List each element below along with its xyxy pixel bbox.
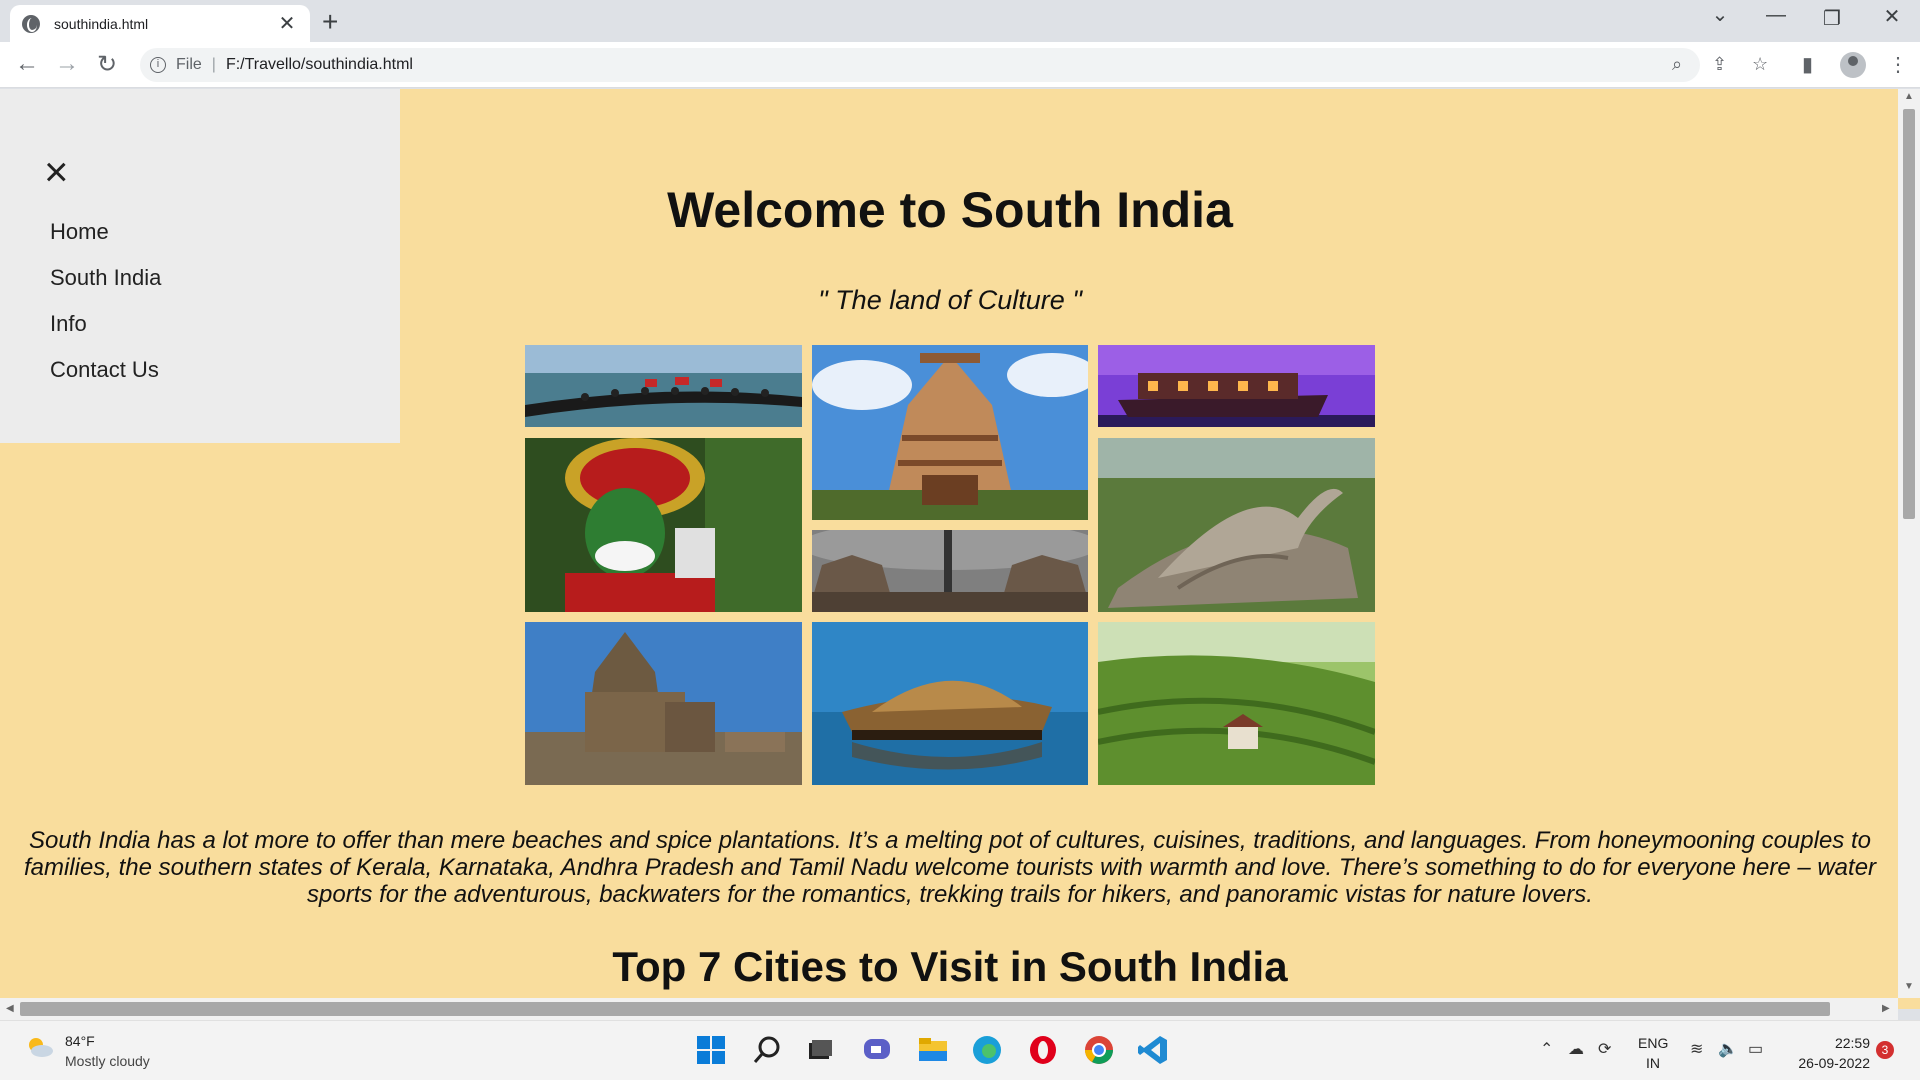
volume-icon[interactable]: 🔈 bbox=[1718, 1039, 1738, 1059]
tab-close-icon[interactable]: ✕ bbox=[276, 11, 298, 36]
language-code: ENG bbox=[1638, 1035, 1669, 1051]
star-icon[interactable]: ☆ bbox=[1752, 54, 1768, 75]
chrome-icon[interactable] bbox=[1082, 1033, 1116, 1067]
weather-description[interactable]: Mostly cloudy bbox=[65, 1053, 150, 1069]
vertical-scrollbar[interactable]: ▲ ▼ bbox=[1898, 89, 1920, 998]
edge-icon[interactable] bbox=[970, 1033, 1004, 1067]
close-window-icon[interactable]: ✕ bbox=[1872, 4, 1912, 29]
partly-cloudy-icon bbox=[29, 1038, 53, 1057]
sync-icon[interactable]: ⟳ bbox=[1598, 1039, 1611, 1059]
scroll-down-icon[interactable]: ▼ bbox=[1904, 981, 1914, 992]
clock-date: 26-09-2022 bbox=[1798, 1055, 1870, 1071]
nav-link-home[interactable]: Home bbox=[50, 219, 109, 245]
side-navigation: × Home South India Info Contact Us bbox=[0, 89, 400, 443]
reload-icon[interactable]: ↻ bbox=[92, 50, 122, 79]
browser-tab[interactable]: southindia.html ✕ bbox=[10, 5, 310, 42]
wifi-icon[interactable]: ≋ bbox=[1690, 1039, 1703, 1059]
globe-icon bbox=[22, 14, 40, 33]
tab-strip: southindia.html ✕ + ⌄ — ❐ ✕ bbox=[0, 0, 1920, 42]
weather-temperature[interactable]: 84°F bbox=[65, 1033, 95, 1049]
scroll-left-icon[interactable]: ◀ bbox=[6, 1003, 14, 1014]
horizontal-scroll-thumb[interactable] bbox=[20, 1002, 1830, 1016]
vertical-scroll-thumb[interactable] bbox=[1903, 109, 1915, 519]
horizontal-scrollbar[interactable]: ◀ ▶ bbox=[0, 998, 1898, 1020]
page-title: Welcome to South India bbox=[667, 182, 1233, 238]
clock-time: 22:59 bbox=[1834, 1035, 1870, 1051]
info-icon[interactable]: i bbox=[150, 57, 166, 73]
browser-toolbar: ← → ↻ i File | F:/Travello/southindia.ht… bbox=[0, 42, 1920, 88]
page-viewport: Welcome to South India " The land of Cul… bbox=[0, 89, 1920, 1009]
profile-icon[interactable] bbox=[1840, 52, 1866, 78]
nav-link-contact-us[interactable]: Contact Us bbox=[50, 357, 159, 383]
restore-icon[interactable]: ❐ bbox=[1812, 6, 1852, 31]
gallery-photo-bird-sculpture bbox=[1098, 438, 1375, 612]
tray-expand-icon[interactable]: ⌃ bbox=[1540, 1039, 1553, 1059]
gallery-photo-houseboat-backwaters bbox=[812, 622, 1088, 785]
url-text[interactable]: F:/Travello/southindia.html bbox=[226, 56, 413, 74]
back-icon[interactable]: ← bbox=[12, 50, 42, 78]
notification-badge[interactable]: 3 bbox=[1876, 1041, 1894, 1059]
intro-paragraph: South India has a lot more to offer than… bbox=[23, 827, 1877, 908]
url-separator: | bbox=[211, 56, 216, 73]
minimize-icon[interactable]: — bbox=[1756, 4, 1796, 27]
search-icon[interactable] bbox=[750, 1033, 784, 1067]
share-icon[interactable]: ⇪ bbox=[1712, 54, 1727, 75]
photo-gallery bbox=[525, 345, 1375, 785]
windows-taskbar: 84°F Mostly cloudy ⌃ ☁ ⟳ ENG IN ≋ 🔈 ▭ 22… bbox=[0, 1020, 1920, 1080]
url-scheme: File bbox=[176, 56, 202, 73]
new-tab-button[interactable]: + bbox=[322, 6, 338, 38]
forward-icon[interactable]: → bbox=[52, 50, 82, 78]
gallery-photo-temple-ruins bbox=[812, 530, 1088, 612]
nav-link-south-india[interactable]: South India bbox=[50, 265, 161, 291]
file-explorer-icon[interactable] bbox=[916, 1033, 950, 1067]
region-code: IN bbox=[1646, 1055, 1660, 1071]
system-clock[interactable]: 22:59 26-09-2022 bbox=[1780, 1033, 1870, 1073]
onedrive-icon[interactable]: ☁ bbox=[1568, 1039, 1584, 1059]
address-bar[interactable]: i File | F:/Travello/southindia.html bbox=[140, 48, 1700, 82]
language-indicator[interactable]: ENG IN bbox=[1638, 1033, 1668, 1073]
close-icon[interactable]: × bbox=[44, 151, 69, 193]
nav-link-info[interactable]: Info bbox=[50, 311, 87, 337]
zoom-icon[interactable]: ⌕ bbox=[1672, 54, 1682, 75]
gallery-photo-temple-gopuram bbox=[812, 345, 1088, 520]
gallery-photo-houseboat-dusk bbox=[1098, 345, 1375, 427]
scroll-right-icon[interactable]: ▶ bbox=[1882, 1003, 1890, 1014]
task-view-icon[interactable] bbox=[802, 1033, 836, 1067]
gallery-photo-tea-plantation bbox=[1098, 622, 1375, 785]
menu-icon[interactable]: ⋮ bbox=[1888, 52, 1908, 77]
gallery-photo-kathakali-dancer bbox=[525, 438, 802, 612]
tab-search-icon[interactable]: ⌄ bbox=[1700, 2, 1740, 27]
vscode-icon[interactable] bbox=[1136, 1033, 1170, 1067]
opera-icon[interactable] bbox=[1026, 1033, 1060, 1067]
battery-icon[interactable]: ▭ bbox=[1748, 1039, 1763, 1059]
windows-start-icon[interactable] bbox=[694, 1033, 728, 1067]
side-panel-icon[interactable]: ▮ bbox=[1802, 52, 1813, 77]
gallery-photo-snake-boat-race bbox=[525, 345, 802, 427]
tab-title: southindia.html bbox=[54, 15, 149, 32]
section-heading: Top 7 Cities to Visit in South India bbox=[612, 943, 1288, 990]
chat-icon[interactable] bbox=[860, 1033, 894, 1067]
gallery-photo-shore-temple bbox=[525, 622, 802, 785]
scroll-up-icon[interactable]: ▲ bbox=[1904, 91, 1914, 102]
page-subtitle: " The land of Culture " bbox=[818, 285, 1082, 315]
